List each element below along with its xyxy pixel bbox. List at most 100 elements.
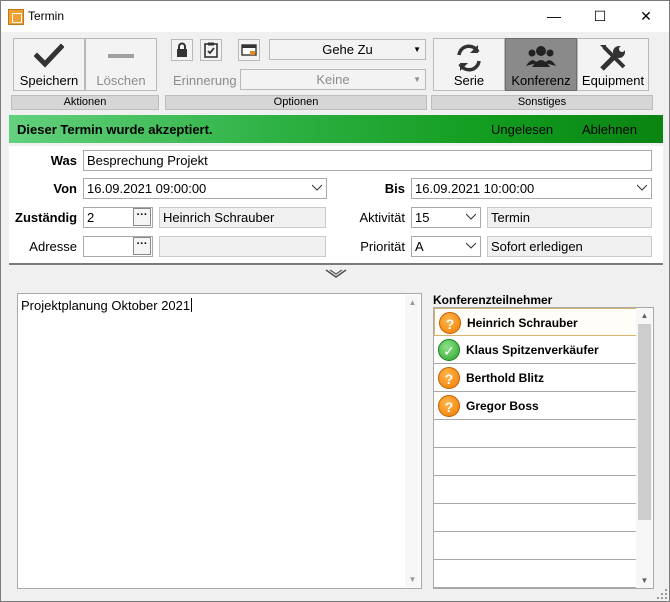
resize-grip-icon[interactable] bbox=[657, 589, 667, 599]
minimize-button[interactable]: — bbox=[531, 1, 577, 32]
was-input[interactable]: Besprechung Projekt bbox=[83, 150, 652, 171]
zustaendig-lookup-button[interactable]: ··· bbox=[133, 208, 151, 226]
participant-row[interactable]: ? Gregor Boss bbox=[434, 392, 637, 420]
chevron-down-icon bbox=[466, 213, 476, 220]
dropdown-arrow-icon: ▼ bbox=[413, 45, 421, 54]
empty-row[interactable] bbox=[434, 420, 637, 448]
von-datetime-picker[interactable]: 16.09.2021 09:00:00 bbox=[83, 178, 327, 199]
participant-row[interactable]: ✓ Klaus Spitzenverkäufer bbox=[434, 336, 637, 364]
empty-row[interactable] bbox=[434, 504, 637, 532]
delete-label: Löschen bbox=[96, 73, 146, 88]
save-button[interactable]: Speichern bbox=[13, 38, 85, 91]
prioritaet-id-value: A bbox=[415, 239, 424, 254]
options-group: Gehe Zu ▼ Erinnerung Keine ▼ Optionen bbox=[165, 36, 427, 110]
scroll-up-icon[interactable]: ▲ bbox=[405, 295, 420, 310]
participant-row[interactable]: ? Heinrich Schrauber bbox=[434, 308, 637, 336]
adresse-lookup-button[interactable]: ··· bbox=[133, 237, 151, 255]
aktivitaet-label: Aktivität bbox=[359, 210, 405, 225]
equipment-button[interactable]: Equipment bbox=[577, 38, 649, 91]
maximize-icon: ☐ bbox=[593, 8, 607, 24]
expand-chevron-icon[interactable] bbox=[324, 268, 348, 280]
series-button[interactable]: Serie bbox=[433, 38, 505, 91]
bis-datetime-picker[interactable]: 16.09.2021 10:00:00 bbox=[411, 178, 652, 199]
participants-scrollbar[interactable]: ▲ ▼ bbox=[636, 308, 653, 588]
chevron-down-icon bbox=[312, 184, 322, 191]
scrollbar-thumb[interactable] bbox=[638, 324, 651, 520]
aktivitaet-name-field: Termin bbox=[487, 207, 652, 228]
empty-row[interactable] bbox=[434, 476, 637, 504]
actions-group: Speichern Löschen Aktionen bbox=[11, 36, 159, 110]
delete-button[interactable]: Löschen bbox=[85, 38, 157, 91]
mark-unread-link[interactable]: Ungelesen bbox=[491, 122, 553, 137]
empty-row[interactable] bbox=[434, 532, 637, 560]
conference-button[interactable]: Konferenz bbox=[505, 38, 577, 91]
prioritaet-label: Priorität bbox=[360, 239, 405, 254]
participants-title: Konferenzteilnehmer bbox=[433, 293, 553, 307]
status-banner: Dieser Termin wurde akzeptiert. Ungelese… bbox=[9, 115, 663, 143]
participant-name: Berthold Blitz bbox=[466, 371, 544, 385]
checkmark-icon bbox=[34, 43, 64, 68]
prioritaet-name-field: Sofort erledigen bbox=[487, 236, 652, 257]
app-icon bbox=[8, 9, 24, 25]
prioritaet-select[interactable]: A bbox=[411, 236, 481, 257]
decline-link[interactable]: Ablehnen bbox=[582, 122, 637, 137]
von-label: Von bbox=[53, 181, 77, 196]
clipboard-button[interactable] bbox=[200, 39, 222, 61]
group-label-actions: Aktionen bbox=[11, 95, 159, 110]
close-button[interactable]: ✕ bbox=[623, 1, 669, 32]
participant-name: Klaus Spitzenverkäufer bbox=[466, 343, 599, 357]
notes-scrollbar[interactable]: ▲ ▼ bbox=[405, 295, 420, 587]
scroll-up-icon[interactable]: ▲ bbox=[636, 308, 653, 323]
scroll-down-icon[interactable]: ▼ bbox=[405, 572, 420, 587]
conference-label: Konferenz bbox=[511, 73, 571, 88]
window-title: Termin bbox=[28, 9, 65, 23]
appointment-form: Was Besprechung Projekt Von 16.09.2021 0… bbox=[9, 146, 663, 263]
reminder-dropdown[interactable]: Keine ▼ bbox=[240, 69, 426, 90]
lock-button[interactable] bbox=[171, 39, 193, 61]
clipboard-check-icon bbox=[204, 42, 218, 58]
participant-name: Gregor Boss bbox=[466, 399, 539, 413]
question-icon: ? bbox=[438, 395, 460, 417]
text-caret bbox=[191, 298, 193, 312]
participant-name: Heinrich Schrauber bbox=[467, 316, 578, 330]
aktivitaet-id-value: 15 bbox=[415, 210, 430, 225]
minimize-icon: — bbox=[547, 8, 561, 24]
empty-row[interactable] bbox=[434, 448, 637, 476]
close-icon: ✕ bbox=[640, 8, 652, 24]
status-message: Dieser Termin wurde akzeptiert. bbox=[17, 122, 213, 137]
zustaendig-name-field: Heinrich Schrauber bbox=[159, 207, 326, 228]
participant-row[interactable]: ? Berthold Blitz bbox=[434, 364, 637, 392]
title-bar[interactable]: Termin — ☐ ✕ bbox=[1, 1, 669, 32]
ribbon-toolbar: Speichern Löschen Aktionen Gehe Zu ▼ Eri… bbox=[9, 36, 657, 110]
refresh-icon bbox=[457, 44, 481, 72]
window-link-button[interactable] bbox=[238, 39, 260, 61]
check-icon: ✓ bbox=[438, 339, 460, 361]
group-label-options: Optionen bbox=[165, 95, 427, 110]
goto-label: Gehe Zu bbox=[322, 42, 373, 57]
notes-textarea[interactable]: Projektplanung Oktober 2021 ▲ ▼ bbox=[17, 293, 422, 589]
chevron-down-icon bbox=[466, 242, 476, 249]
participants-list[interactable]: ? Heinrich Schrauber ✓ Klaus Spitzenverk… bbox=[433, 307, 654, 589]
bis-value: 16.09.2021 10:00:00 bbox=[415, 181, 535, 196]
zustaendig-id-value: 2 bbox=[87, 210, 95, 225]
question-icon: ? bbox=[438, 367, 460, 389]
group-label-other: Sonstiges bbox=[431, 95, 653, 110]
window-arrow-icon bbox=[241, 44, 257, 56]
equipment-label: Equipment bbox=[581, 73, 645, 88]
reminder-label: Erinnerung bbox=[173, 73, 237, 88]
empty-row[interactable] bbox=[434, 560, 637, 588]
scroll-down-icon[interactable]: ▼ bbox=[636, 573, 653, 588]
chevron-down-icon bbox=[637, 184, 647, 191]
adresse-name-field bbox=[159, 236, 326, 257]
goto-dropdown[interactable]: Gehe Zu ▼ bbox=[269, 39, 426, 60]
maximize-button[interactable]: ☐ bbox=[577, 1, 623, 32]
series-label: Serie bbox=[453, 73, 485, 88]
aktivitaet-select[interactable]: 15 bbox=[411, 207, 481, 228]
notes-content: Projektplanung Oktober 2021 bbox=[21, 298, 191, 313]
question-icon: ? bbox=[439, 312, 461, 334]
tools-icon bbox=[600, 45, 626, 71]
dropdown-arrow-icon: ▼ bbox=[413, 75, 421, 84]
bis-label: Bis bbox=[384, 181, 405, 196]
section-divider bbox=[9, 263, 663, 265]
appointment-window: Termin — ☐ ✕ Speichern Löschen Aktionen bbox=[0, 0, 670, 602]
